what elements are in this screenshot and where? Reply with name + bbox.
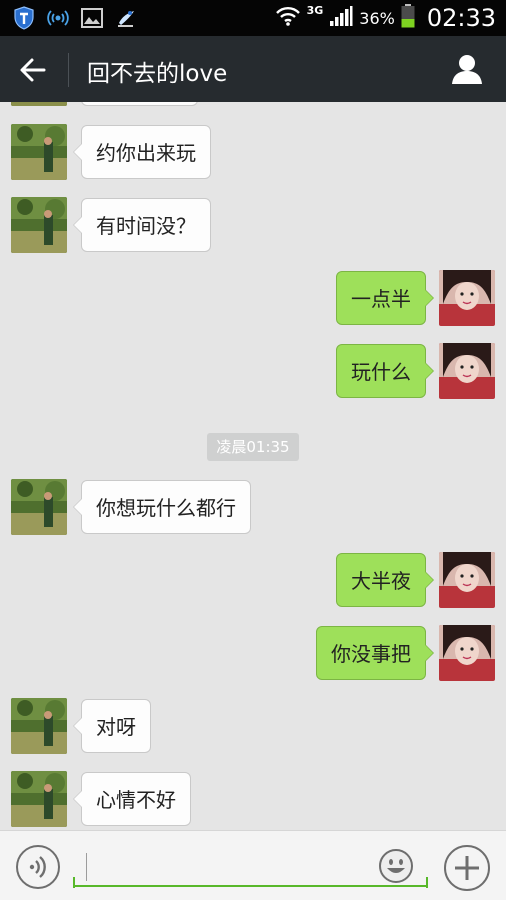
status-bar: 3G 36% 02:33 (0, 0, 506, 36)
battery-icon (401, 4, 415, 32)
chat-header: 回不去的love (0, 36, 506, 102)
message-bubble-partial[interactable] (81, 102, 198, 106)
message-bubble[interactable]: 你想玩什么都行 (73, 480, 251, 534)
message-bubble[interactable]: 玩什么 (336, 344, 434, 398)
message-bubble[interactable]: 有时间没？ (73, 198, 211, 252)
contact-avatar[interactable] (11, 102, 67, 106)
sound-wave-icon (29, 856, 46, 878)
my-avatar[interactable] (439, 270, 495, 326)
contact-info-button[interactable] (450, 52, 484, 86)
hotspot-icon (46, 6, 70, 30)
message-bubble[interactable]: 你没事把 (316, 626, 434, 680)
status-time: 02:33 (426, 4, 496, 32)
input-underline-left (73, 877, 75, 888)
gallery-icon (80, 6, 104, 30)
contact-avatar[interactable] (11, 698, 67, 754)
my-avatar[interactable] (439, 552, 495, 608)
my-avatar[interactable] (439, 343, 495, 399)
message-timestamp: 凌晨01:35 (207, 433, 299, 461)
wifi-icon (275, 6, 301, 30)
message-bubble[interactable]: 对呀 (73, 699, 151, 753)
contact-avatar[interactable] (11, 197, 67, 253)
chat-title: 回不去的love (87, 61, 228, 87)
signal-icon (329, 5, 353, 31)
message-bubble[interactable]: 约你出来玩 (73, 125, 211, 179)
message-bubble[interactable]: 一点半 (336, 271, 434, 325)
contact-avatar[interactable] (11, 479, 67, 535)
contact-avatar[interactable] (11, 771, 67, 827)
message-bubble[interactable]: 心情不好 (73, 772, 191, 826)
plus-icon (455, 856, 479, 880)
contact-avatar[interactable] (11, 124, 67, 180)
message-input[interactable] (73, 843, 428, 887)
smiley-icon (379, 849, 413, 883)
header-divider (68, 53, 69, 87)
text-cursor (86, 853, 87, 881)
network-type-label: 3G (306, 3, 324, 17)
my-avatar[interactable] (439, 625, 495, 681)
voice-input-button[interactable] (16, 845, 60, 889)
back-button[interactable] (18, 55, 48, 85)
input-underline-right (426, 877, 428, 888)
message-list[interactable]: 约你出来玩 有时间没？ 一点半 玩什么 凌晨01:35 你想玩什么都行 大半夜 … (0, 102, 506, 830)
more-options-button[interactable] (444, 845, 490, 891)
emoji-button[interactable] (378, 848, 414, 884)
bird-app-icon (114, 6, 138, 30)
arrow-left-icon (20, 58, 46, 82)
person-icon (452, 55, 482, 84)
input-bar (0, 830, 506, 900)
battery-percent: 36% (359, 8, 395, 28)
message-bubble[interactable]: 大半夜 (336, 553, 434, 607)
shield-app-icon (12, 6, 36, 30)
